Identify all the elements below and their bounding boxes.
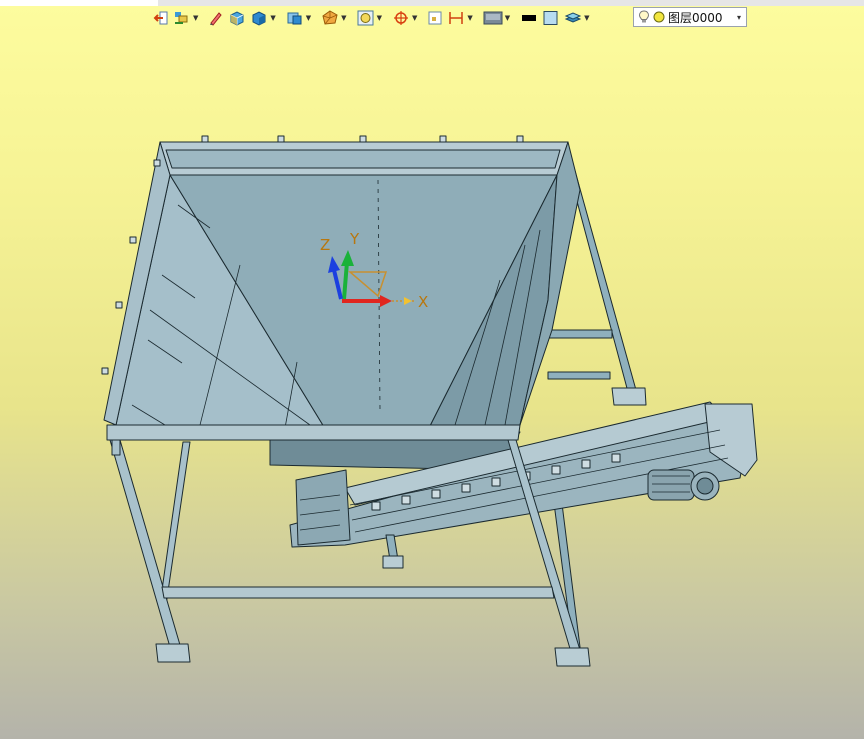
dimension-icon <box>449 12 464 24</box>
frame-ring <box>106 424 521 441</box>
exit-button[interactable] <box>152 7 170 29</box>
fill-color-button[interactable] <box>541 7 561 29</box>
zoom-fit-button[interactable]: ▼ <box>356 7 383 29</box>
chevron-down-icon[interactable]: ▼ <box>467 14 472 22</box>
y-axis-label: Y <box>349 230 360 248</box>
solid-button[interactable]: ▼ <box>249 7 276 29</box>
display-style-icon <box>483 11 503 25</box>
line-color-button[interactable] <box>519 7 539 29</box>
exit-icon <box>153 11 168 25</box>
layer-color-icon[interactable] <box>653 11 665 23</box>
lightbulb-icon[interactable] <box>638 10 650 24</box>
pen-icon <box>210 12 223 26</box>
layer-select[interactable]: 图层0000 ▾ <box>633 7 747 27</box>
render-mode-button[interactable]: ▼ <box>172 7 199 29</box>
frame-brace <box>111 439 121 456</box>
render-mode-icon <box>175 12 188 24</box>
layers-icon <box>564 12 582 23</box>
frame-brace <box>547 371 611 380</box>
view-icon <box>287 12 302 25</box>
snap-icon <box>393 11 408 25</box>
z-axis-label: Z <box>320 236 330 254</box>
cube-icon <box>230 11 244 26</box>
solid-icon <box>252 11 266 26</box>
cad-viewport[interactable]: X Y Z <box>0 30 864 739</box>
frame-brace <box>161 586 555 599</box>
polyhedron-icon <box>322 10 338 25</box>
layers-button[interactable]: ▼ <box>563 7 590 29</box>
snap-button[interactable]: ▼ <box>391 7 418 29</box>
layer-name: 图层0000 <box>668 10 723 25</box>
conveyor-frame <box>295 469 351 546</box>
x-axis-label: X <box>418 293 428 311</box>
base-plate <box>155 643 191 663</box>
box-icon <box>428 11 442 25</box>
chevron-down-icon[interactable]: ▼ <box>306 14 311 22</box>
view-button[interactable]: ▼ <box>285 7 312 29</box>
display-style-button[interactable]: ▼ <box>482 7 511 29</box>
chevron-down-icon[interactable]: ▼ <box>270 14 275 22</box>
chevron-down-icon[interactable]: ▼ <box>412 14 417 22</box>
chevron-down-icon[interactable]: ▼ <box>341 14 346 22</box>
hopper-frame-model <box>101 135 758 667</box>
line-color-icon <box>522 15 537 21</box>
chevron-down-icon[interactable]: ▼ <box>377 14 382 22</box>
chevron-down-icon[interactable]: ▼ <box>193 14 198 22</box>
base-plate <box>554 647 591 667</box>
hopper-rim-inner <box>165 149 561 169</box>
chevron-down-icon[interactable]: ▾ <box>732 13 746 22</box>
frame-leg <box>159 441 191 606</box>
base-plate <box>611 387 647 406</box>
chevron-down-icon[interactable]: ▼ <box>505 14 510 22</box>
box-select-button[interactable] <box>426 7 444 29</box>
sketch-button[interactable] <box>207 7 225 29</box>
box-solid-button[interactable] <box>227 7 247 29</box>
chevron-down-icon[interactable]: ▼ <box>584 14 589 22</box>
support-foot <box>382 555 404 569</box>
dimension-button[interactable]: ▼ <box>446 7 473 29</box>
polyhedron-button[interactable]: ▼ <box>320 7 347 29</box>
fill-color-icon <box>543 11 558 25</box>
drive-motor <box>647 469 720 501</box>
zoom-fit-icon <box>357 10 374 26</box>
